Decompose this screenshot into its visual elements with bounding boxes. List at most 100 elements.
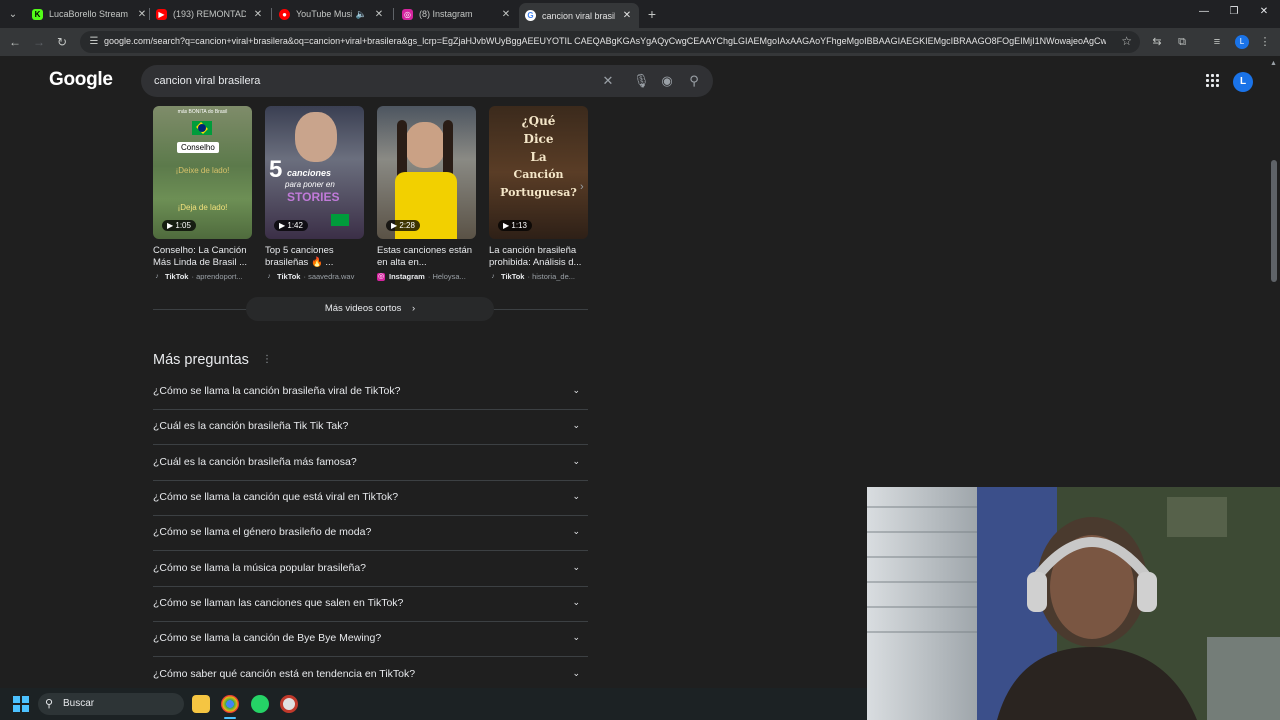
video-thumbnail[interactable]: 5 canciones para poner en STORIES ▶ 1:42 bbox=[265, 106, 364, 239]
translate-icon[interactable]: ⇆ bbox=[1149, 34, 1165, 50]
taskbar-search[interactable]: ⚲ Buscar bbox=[38, 693, 184, 715]
chevron-down-icon[interactable]: ⌄ bbox=[572, 420, 580, 431]
chevron-down-icon[interactable]: ⌄ bbox=[572, 491, 580, 502]
chrome-icon[interactable] bbox=[221, 695, 239, 713]
tab-youtube-music[interactable]: ● YouTube Music 🔈 ✕ bbox=[273, 3, 391, 25]
platform-name: TikTok bbox=[501, 272, 525, 281]
chevron-right-icon: › bbox=[412, 303, 416, 314]
scrollbar-thumb[interactable] bbox=[1271, 160, 1277, 282]
microphone-icon[interactable]: 🎙 bbox=[633, 73, 650, 89]
chevron-right-icon[interactable]: › bbox=[580, 181, 584, 193]
tab-title: (8) Instagram bbox=[419, 9, 473, 19]
tab-google-search[interactable]: G cancion viral brasilei ✕ bbox=[519, 3, 639, 28]
extensions-icon[interactable]: ⧉ bbox=[1174, 34, 1190, 50]
search-icon[interactable]: ⚲ bbox=[686, 73, 702, 89]
thumbnail-caption: ¿Qué bbox=[521, 114, 556, 128]
short-video-card[interactable]: más BONITA do Brasil Conselho ¡Deixe de … bbox=[153, 106, 252, 281]
paa-question[interactable]: ¿Cuál es la canción brasileña más famosa… bbox=[153, 446, 588, 481]
tiktok-icon: ♪ bbox=[491, 272, 495, 280]
bookmark-star-icon[interactable]: ☆ bbox=[1121, 34, 1132, 48]
url-text[interactable]: google.com/search?q=cancion+viral+brasil… bbox=[104, 36, 1106, 46]
back-arrow-icon[interactable]: ← bbox=[7, 34, 23, 50]
tab-kick[interactable]: K LucaBorello Stream - ✕ bbox=[26, 3, 154, 25]
platform-name: TikTok bbox=[277, 272, 301, 281]
thumbnail-caption: La bbox=[530, 150, 547, 164]
close-tab-icon[interactable]: ✕ bbox=[621, 10, 633, 21]
question-text: ¿Cómo se llama la canción que está viral… bbox=[153, 491, 399, 503]
short-video-card[interactable]: ▶ 2:28 Estas canciones están en alta en.… bbox=[377, 106, 476, 281]
chevron-down-icon[interactable]: ⌄ bbox=[572, 632, 580, 643]
new-tab-button[interactable]: + bbox=[645, 5, 659, 23]
chevron-down-icon[interactable]: ⌄ bbox=[572, 385, 580, 396]
forward-arrow-icon[interactable]: → bbox=[31, 34, 47, 50]
video-title[interactable]: Estas canciones están en alta en... bbox=[377, 245, 476, 269]
search-box[interactable]: cancion viral brasilera ✕ 🎙 ◉ ⚲ bbox=[141, 65, 713, 97]
paa-question[interactable]: ¿Cómo se llama la música popular brasile… bbox=[153, 552, 588, 587]
minimize-button[interactable]: — bbox=[1197, 6, 1211, 17]
file-explorer-icon[interactable] bbox=[192, 695, 210, 713]
video-title[interactable]: Conselho: La Canción Más Linda de Brasil… bbox=[153, 245, 252, 269]
paa-question[interactable]: ¿Cómo se llama la canción brasileña vira… bbox=[153, 375, 588, 410]
video-duration-badge: ▶ 1:42 bbox=[274, 220, 308, 231]
video-thumbnail[interactable]: ▶ 2:28 bbox=[377, 106, 476, 239]
paa-question[interactable]: ¿Cómo se llama la canción que está viral… bbox=[153, 481, 588, 516]
apps-grid-icon[interactable] bbox=[1206, 74, 1220, 88]
video-thumbnail[interactable]: más BONITA do Brasil Conselho ¡Deixe de … bbox=[153, 106, 252, 239]
chevron-down-icon[interactable]: ⌄ bbox=[572, 668, 580, 679]
paa-heading: Más preguntas bbox=[153, 352, 249, 368]
whatsapp-icon[interactable] bbox=[251, 695, 269, 713]
video-title[interactable]: Top 5 canciones brasileñas 🔥 ... bbox=[265, 245, 364, 269]
reload-icon[interactable]: ↻ bbox=[54, 34, 70, 50]
paa-question[interactable]: ¿Cómo se llaman las canciones que salen … bbox=[153, 587, 588, 622]
person-face bbox=[405, 122, 445, 168]
restore-button[interactable]: ❐ bbox=[1227, 6, 1241, 17]
short-video-card[interactable]: 5 canciones para poner en STORIES ▶ 1:42… bbox=[265, 106, 364, 281]
video-title[interactable]: La canción brasileña prohibida: Análisis… bbox=[489, 245, 588, 269]
more-options-icon[interactable]: ⋮ bbox=[262, 354, 272, 365]
close-tab-icon[interactable]: ✕ bbox=[500, 9, 512, 20]
reading-list-icon[interactable]: ≡ bbox=[1209, 34, 1225, 50]
thumbnail-caption: Canción bbox=[513, 168, 564, 181]
paa-question[interactable]: ¿Cómo se llama la canción de Bye Bye Mew… bbox=[153, 622, 588, 657]
close-tab-icon[interactable]: ✕ bbox=[373, 9, 385, 20]
menu-kebab-icon[interactable]: ⋮ bbox=[1257, 34, 1273, 50]
youtube-icon: ▶ bbox=[156, 8, 167, 20]
thumbnail-caption: más BONITA do Brasil bbox=[177, 109, 228, 115]
paa-question[interactable]: ¿Cómo se llama el género brasileño de mo… bbox=[153, 516, 588, 551]
clear-icon[interactable]: ✕ bbox=[600, 73, 616, 89]
camera-lens-icon[interactable]: ◉ bbox=[659, 73, 675, 89]
tab-search-button[interactable]: ⌄ bbox=[4, 5, 22, 23]
tab-instagram[interactable]: ◎ (8) Instagram ✕ bbox=[396, 3, 518, 25]
profile-avatar-small[interactable]: L bbox=[1235, 35, 1249, 49]
question-text: ¿Cómo se llaman las canciones que salen … bbox=[153, 597, 404, 609]
person-face bbox=[295, 112, 337, 162]
paa-question[interactable]: ¿Cuál es la canción brasileña Tik Tik Ta… bbox=[153, 410, 588, 445]
scroll-up-arrow[interactable]: ▲ bbox=[1270, 60, 1277, 67]
chevron-down-icon[interactable]: ⌄ bbox=[572, 562, 580, 573]
close-tab-icon[interactable]: ✕ bbox=[136, 9, 148, 20]
video-source: ♪ TikTok · historia_de... bbox=[489, 272, 588, 281]
short-video-card[interactable]: ¿Qué Dice La Canción Portuguesa? ▶ 1:13 … bbox=[489, 106, 588, 281]
question-text: ¿Cuál es la canción brasileña más famosa… bbox=[153, 456, 357, 468]
chevron-down-icon[interactable]: ⌄ bbox=[572, 597, 580, 608]
chevron-down-icon[interactable]: ⌄ bbox=[572, 456, 580, 467]
thumbnail-caption: canciones bbox=[287, 168, 332, 178]
thumbnail-caption: STORIES bbox=[287, 190, 340, 204]
more-short-videos-button[interactable]: Más videos cortos › bbox=[246, 297, 494, 321]
video-thumbnail[interactable]: ¿Qué Dice La Canción Portuguesa? ▶ 1:13 bbox=[489, 106, 588, 239]
address-bar[interactable]: ☰ google.com/search?q=cancion+viral+bras… bbox=[80, 31, 1140, 53]
speaker-icon[interactable]: 🔈 bbox=[356, 9, 367, 20]
close-window-button[interactable]: ✕ bbox=[1257, 6, 1271, 17]
account-avatar[interactable]: L bbox=[1233, 72, 1253, 92]
google-logo[interactable]: Google bbox=[49, 69, 113, 91]
site-info-icon[interactable]: ☰ bbox=[87, 35, 101, 49]
close-tab-icon[interactable]: ✕ bbox=[252, 9, 264, 20]
windows-start-icon[interactable] bbox=[13, 696, 29, 712]
question-text: ¿Cómo se llama la música popular brasile… bbox=[153, 562, 367, 574]
paa-question[interactable]: ¿Cómo saber qué canción está en tendenci… bbox=[153, 658, 588, 688]
video-duration-badge: ▶ 1:13 bbox=[498, 220, 532, 231]
search-input[interactable]: cancion viral brasilera bbox=[154, 75, 260, 87]
tab-youtube[interactable]: ▶ (193) REMONTADA F ✕ bbox=[150, 3, 270, 25]
chevron-down-icon[interactable]: ⌄ bbox=[572, 526, 580, 537]
app-icon[interactable] bbox=[280, 695, 298, 713]
